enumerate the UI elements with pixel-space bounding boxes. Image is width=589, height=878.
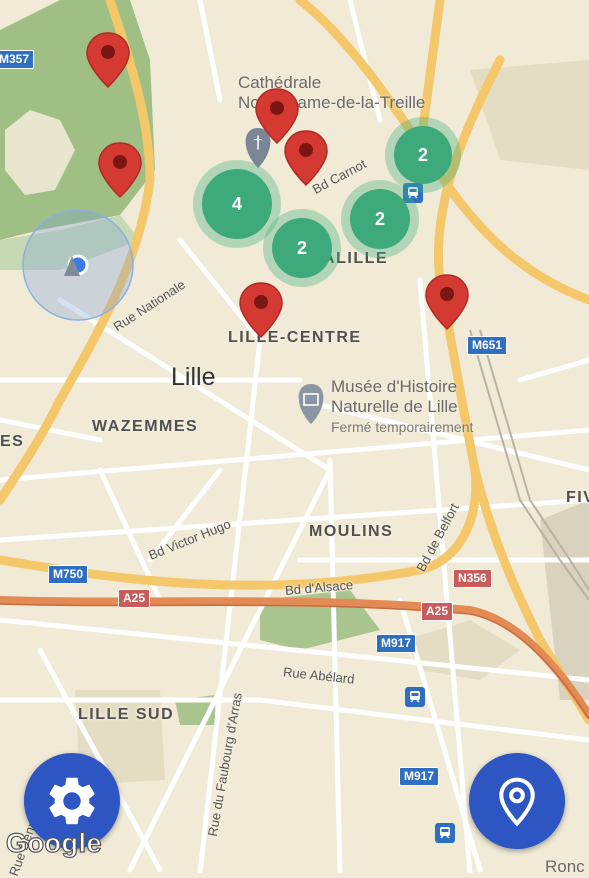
train-station-icon[interactable] [405, 687, 425, 707]
my-location-button[interactable] [469, 753, 565, 849]
poi-museum-line1: Musée d'Histoire [331, 377, 458, 396]
cluster-count: 2 [272, 218, 332, 278]
road-shield-m917-north: M917 [376, 634, 417, 653]
district-label-fives: FIV [566, 489, 589, 506]
road-shield-n356: N356 [453, 569, 492, 588]
road-shield-a25-east: A25 [421, 602, 454, 621]
district-label-lille-sud: LILLE SUD [78, 706, 175, 723]
marker-cluster[interactable]: 2 [341, 180, 419, 258]
city-label: Lille [171, 363, 216, 391]
map-pin-icon[interactable] [97, 141, 143, 199]
cluster-count: 4 [202, 169, 272, 239]
district-label-wazemmes: WAZEMMES [92, 418, 199, 435]
gear-icon [49, 777, 95, 825]
map-pin-icon[interactable] [238, 281, 284, 339]
poi-museum-label[interactable]: Musée d'Histoire Naturelle de Lille Ferm… [331, 377, 473, 437]
poi-museum-line2: Naturelle de Lille [331, 397, 458, 416]
cluster-count: 2 [350, 189, 410, 249]
road-shield-m651: M651 [467, 336, 508, 355]
map-pin-icon[interactable] [85, 31, 131, 89]
google-attribution-logo: Google [5, 827, 102, 858]
cluster-count: 2 [394, 126, 452, 184]
location-pin-icon [499, 777, 535, 827]
place-label-partial: Ronc [545, 857, 585, 876]
map-pin-icon[interactable] [424, 273, 470, 331]
marker-cluster[interactable]: 2 [385, 117, 461, 193]
poi-museum-status: Fermé temporairement [331, 419, 474, 435]
road-shield-a25-west: A25 [118, 589, 151, 608]
district-label-moulins: MOULINS [309, 523, 394, 540]
road-shield-m750: M750 [48, 565, 89, 584]
train-station-icon[interactable] [435, 823, 455, 843]
district-label-edge: ES [0, 433, 25, 450]
road-shield-m357: M357 [0, 50, 35, 69]
map-pin-icon[interactable] [283, 129, 329, 187]
marker-cluster[interactable]: 2 [263, 209, 341, 287]
road-shield-m917-south: M917 [399, 767, 440, 786]
